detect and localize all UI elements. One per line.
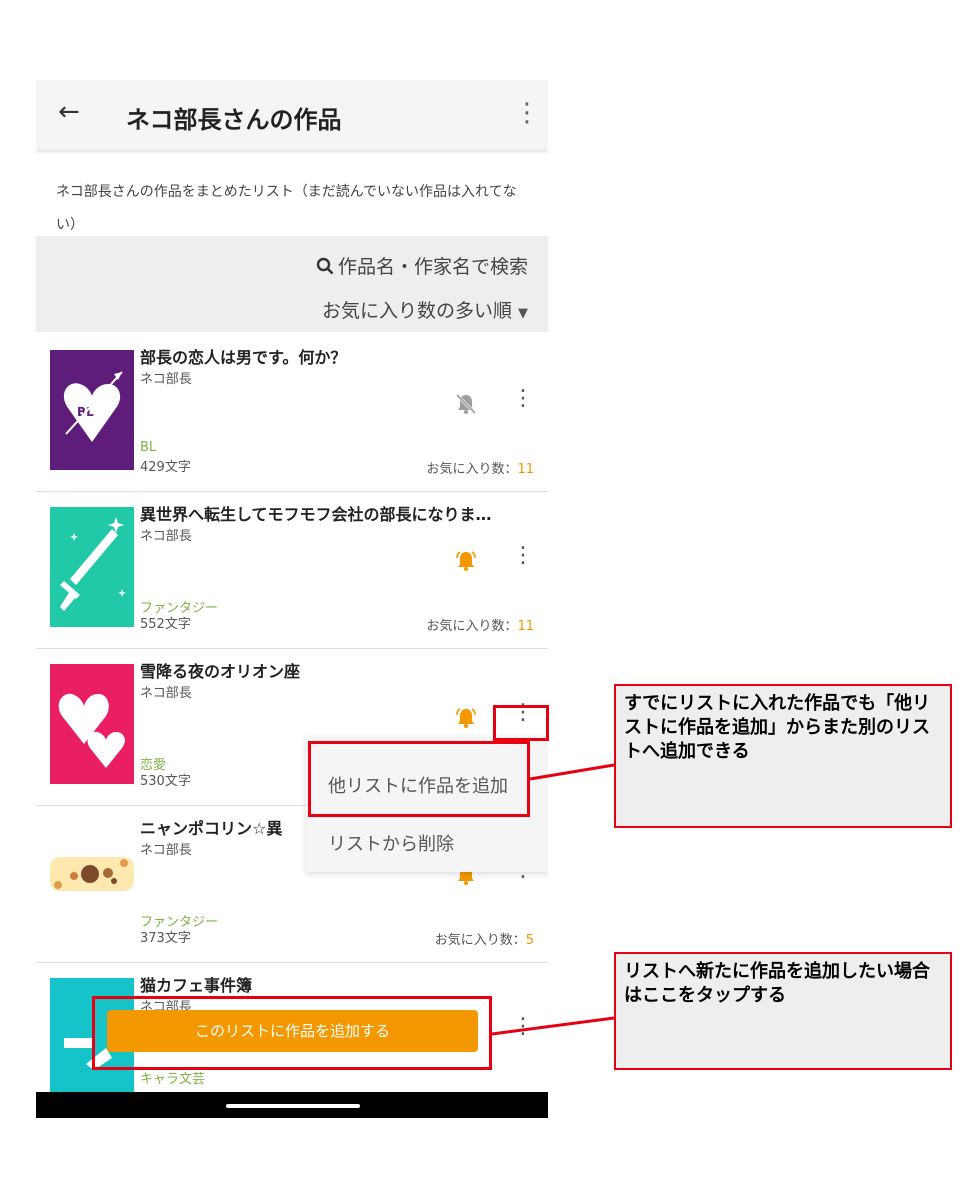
callout-add-button: リストへ新たに作品を追加したい場合はここをタップする <box>614 952 952 1070</box>
callout-add-other-list: すでにリストに入れた作品でも「他リストに作品を追加」からまた別のリストへ追加でき… <box>614 684 952 828</box>
